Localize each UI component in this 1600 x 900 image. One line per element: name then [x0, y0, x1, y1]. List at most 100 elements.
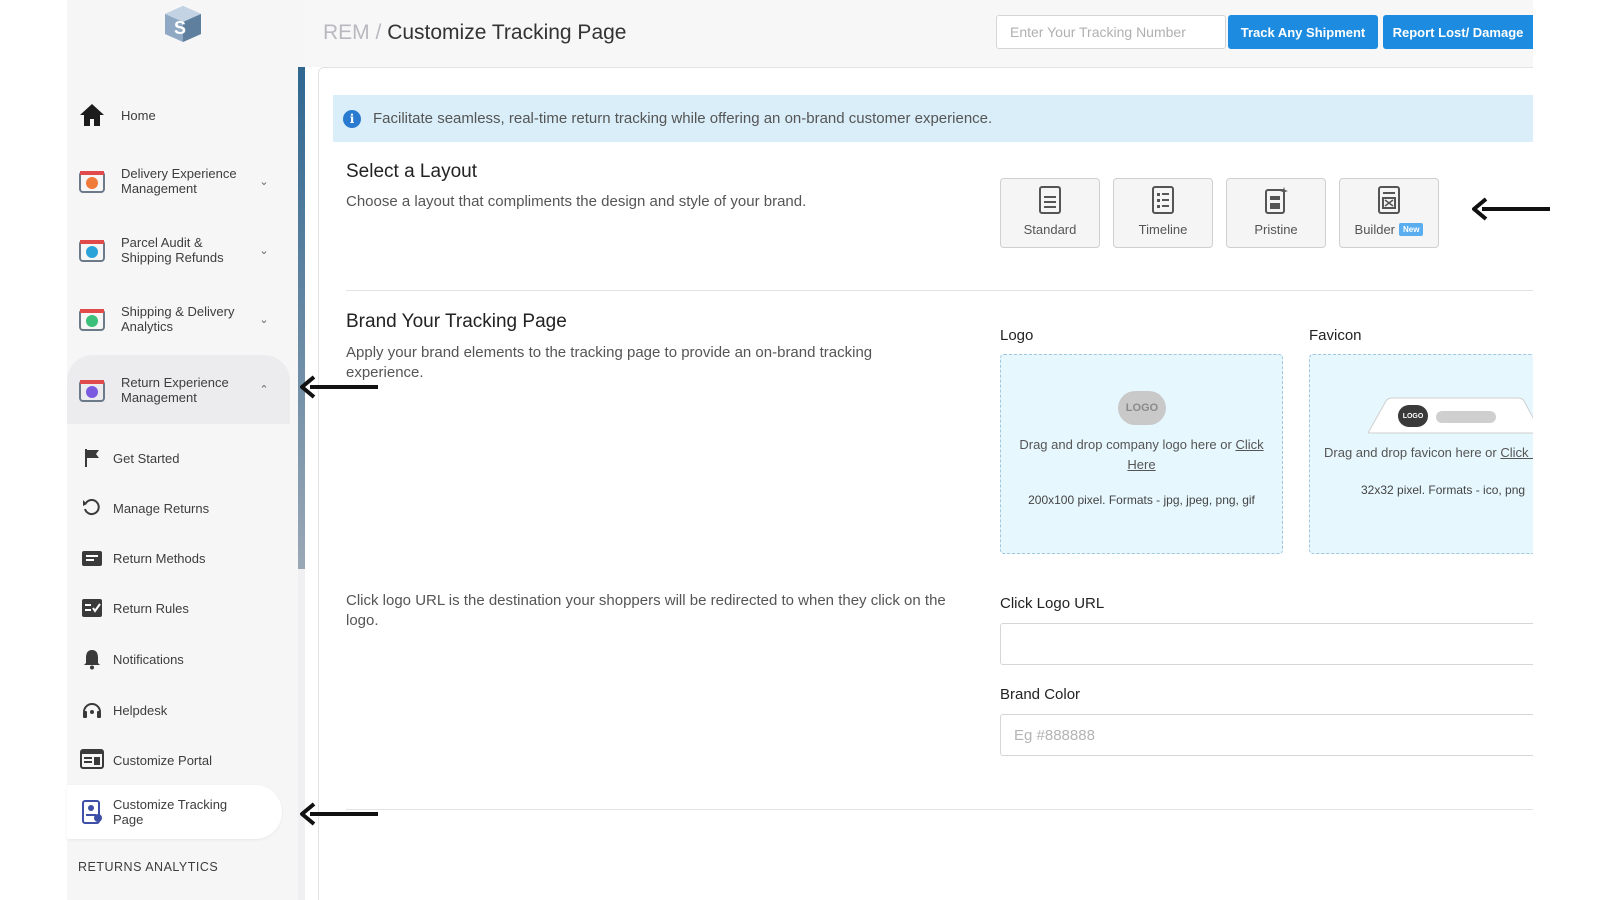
favicon-formats: 32x32 pixel. Formats - ico, png	[1361, 483, 1526, 497]
click-logo-description: Click logo URL is the destination your s…	[346, 592, 946, 629]
layout-option-timeline[interactable]: Timeline	[1113, 178, 1213, 248]
return-experience-icon	[77, 375, 107, 405]
sidebar-scrollbar-track	[298, 569, 305, 900]
sidebar-scrollbar[interactable]	[298, 67, 305, 569]
new-badge: New	[1399, 223, 1424, 236]
breadcrumb: REM / Customize Tracking Page	[323, 21, 626, 45]
sidebar-item-label: Delivery Experience Management	[121, 166, 237, 196]
parcel-audit-icon	[77, 235, 107, 265]
home-icon	[77, 100, 107, 130]
sidebar-subitem-customize-tracking-page[interactable]: Customize Tracking Page	[67, 785, 282, 839]
annotation-arrow-icon	[1472, 197, 1550, 221]
layout-option-label: Pristine	[1254, 222, 1298, 237]
sidebar-item-delivery-experience[interactable]: Delivery Experience Management ⌄	[67, 164, 290, 198]
main-panel: i Facilitate seamless, real-time return …	[318, 67, 1534, 900]
undo-icon	[79, 495, 105, 521]
sidebar-item-label: Home	[121, 107, 156, 123]
sidebar-item-label: Customize Tracking Page	[113, 797, 228, 827]
sidebar: S Home Delivery Experience Management ⌄ …	[67, 0, 305, 900]
checklist-icon	[79, 595, 105, 621]
sidebar-item-label: Customize Portal	[113, 752, 212, 768]
sidebar-subitem-get-started[interactable]: Get Started	[67, 438, 290, 478]
breadcrumb-parent[interactable]: REM	[323, 21, 370, 44]
chevron-up-icon[interactable]: ⌃	[257, 383, 271, 396]
app-logo-icon[interactable]: S	[161, 4, 205, 44]
click-logo-url-input[interactable]	[1000, 623, 1534, 665]
layout-option-builder[interactable]: Builder New	[1339, 178, 1439, 248]
layout-section-title: Select a Layout	[346, 161, 477, 182]
return-methods-icon	[79, 545, 105, 571]
sidebar-item-label: Get Started	[113, 450, 180, 466]
click-logo-url-label: Click Logo URL	[1000, 595, 1105, 612]
info-banner: i Facilitate seamless, real-time return …	[333, 95, 1534, 142]
sidebar-subitem-helpdesk[interactable]: Helpdesk	[67, 690, 290, 730]
annotation-arrow-icon	[300, 375, 378, 399]
section-divider	[346, 290, 1534, 291]
report-lost-damage-button[interactable]: Report Lost/ Damage	[1383, 15, 1533, 49]
section-divider	[346, 809, 1534, 810]
chevron-down-icon[interactable]: ⌄	[257, 175, 271, 188]
portal-icon	[79, 747, 105, 773]
favicon-dropzone[interactable]: LOGO Drag and drop favicon here or Click…	[1309, 354, 1534, 554]
page-title: Customize Tracking Page	[387, 21, 627, 44]
logo-label: Logo	[1000, 327, 1034, 344]
favicon-placeholder: LOGO	[1398, 405, 1428, 427]
timeline-icon	[1152, 186, 1174, 214]
sidebar-item-label: Return Methods	[113, 550, 206, 566]
sidebar-item-label: Parcel Audit & Shipping Refunds	[121, 235, 224, 265]
tracking-number-input[interactable]	[996, 15, 1226, 49]
sidebar-item-label: Notifications	[113, 651, 184, 667]
left-margin	[0, 0, 67, 900]
sidebar-subitem-notifications[interactable]: Notifications	[67, 639, 290, 679]
info-icon: i	[343, 109, 361, 128]
chevron-down-icon[interactable]: ⌄	[257, 313, 271, 326]
layout-section-subtitle: Choose a layout that compliments the des…	[346, 193, 807, 210]
info-banner-text: Facilitate seamless, real-time return tr…	[373, 110, 993, 127]
brand-section-subtitle: Apply your brand elements to the trackin…	[346, 344, 873, 381]
breadcrumb-separator: /	[375, 21, 382, 44]
layout-option-label: Builder New	[1355, 222, 1424, 237]
sidebar-subitem-manage-returns[interactable]: Manage Returns	[67, 488, 290, 528]
tracking-page-icon	[79, 799, 105, 825]
tab-title-placeholder	[1436, 411, 1496, 423]
layout-option-label: Timeline	[1138, 222, 1188, 237]
favicon-drop-text: Drag and drop favicon here or Click Here	[1324, 443, 1534, 463]
shipping-analytics-icon	[77, 304, 107, 334]
sidebar-item-label: Return Experience Management	[121, 374, 229, 405]
bell-icon	[79, 646, 105, 672]
pristine-icon	[1265, 187, 1288, 214]
brand-color-label: Brand Color	[1000, 686, 1081, 703]
layout-option-standard[interactable]: Standard	[1000, 178, 1100, 248]
brand-color-input[interactable]	[1000, 714, 1534, 756]
sidebar-item-shipping-analytics[interactable]: Shipping & Delivery Analytics ⌄	[67, 302, 290, 336]
right-margin	[1533, 0, 1600, 900]
logo-formats: 200x100 pixel. Formats - jpg, jpeg, png,…	[1028, 493, 1255, 507]
chevron-down-icon[interactable]: ⌄	[257, 244, 271, 257]
sidebar-item-parcel-audit[interactable]: Parcel Audit & Shipping Refunds ⌄	[67, 233, 290, 267]
sidebar-item-return-experience[interactable]: Return Experience Management ⌃	[67, 355, 290, 424]
sidebar-subitem-customize-portal[interactable]: Customize Portal	[67, 740, 290, 780]
favicon-click-here-link[interactable]: Click Here	[1500, 445, 1534, 460]
sidebar-subitem-return-rules[interactable]: Return Rules	[67, 588, 290, 628]
headset-icon	[79, 697, 105, 723]
flag-icon	[79, 445, 105, 471]
top-bar: REM / Customize Tracking Page Track Any …	[305, 0, 1533, 67]
sidebar-item-label: Shipping & Delivery Analytics	[121, 304, 235, 334]
layout-option-pristine[interactable]: Pristine	[1226, 178, 1326, 248]
sidebar-item-label: Helpdesk	[113, 702, 168, 718]
sidebar-item-home[interactable]: Home	[67, 99, 290, 131]
section-label-returns-analytics: RETURNS ANALYTICS	[78, 860, 219, 874]
logo-dropzone[interactable]: LOGO Drag and drop company logo here or …	[1000, 354, 1283, 554]
logo-drop-text: Drag and drop company logo here or Click…	[1019, 437, 1264, 472]
builder-icon	[1378, 186, 1400, 214]
brand-section-title: Brand Your Tracking Page	[346, 311, 567, 332]
annotation-arrow-icon	[300, 802, 378, 826]
delivery-experience-icon	[77, 166, 107, 196]
layout-option-label: Standard	[1023, 222, 1077, 237]
sidebar-subitem-return-methods[interactable]: Return Methods	[67, 538, 290, 578]
svg-text:S: S	[174, 18, 186, 38]
document-icon	[1039, 186, 1061, 214]
sidebar-item-label: Manage Returns	[113, 500, 210, 516]
track-any-shipment-button[interactable]: Track Any Shipment	[1228, 15, 1378, 49]
sidebar-item-label: Return Rules	[113, 600, 189, 616]
